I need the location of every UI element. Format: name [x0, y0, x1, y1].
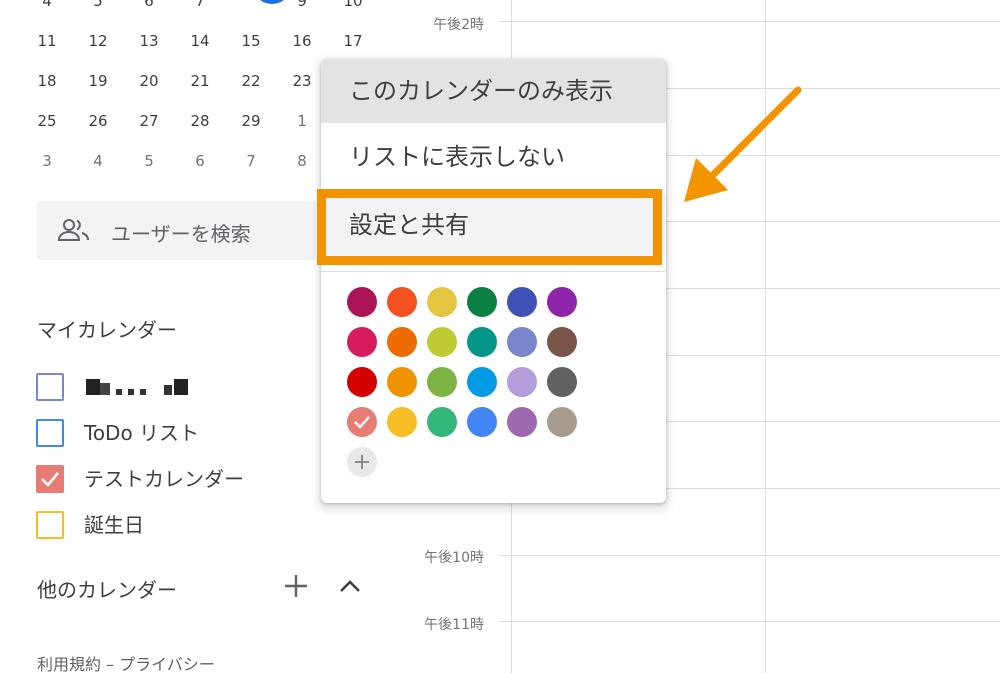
mini-calendar-day[interactable]: 26 — [73, 106, 123, 136]
mini-calendar-day[interactable]: 7 — [226, 146, 276, 176]
mini-calendar-day[interactable]: 29 — [226, 106, 276, 136]
mini-calendar-day[interactable]: 1 — [277, 106, 327, 136]
color-swatch[interactable] — [387, 287, 417, 317]
color-swatch[interactable] — [347, 407, 377, 437]
color-swatch[interactable] — [467, 367, 497, 397]
calendar-list-item[interactable]: 誕生日 — [36, 511, 296, 541]
check-icon — [41, 472, 59, 487]
color-swatch[interactable] — [467, 407, 497, 437]
color-swatch[interactable] — [547, 287, 577, 317]
time-label: 午後11時 — [424, 617, 484, 633]
mini-calendar-day[interactable]: 23 — [277, 66, 327, 96]
mini-calendar-day[interactable]: 21 — [175, 66, 225, 96]
color-swatch[interactable] — [547, 367, 577, 397]
color-swatch[interactable] — [347, 287, 377, 317]
mini-calendar-day[interactable]: 8 — [226, 0, 276, 16]
menu-item-hide-from-list[interactable]: リストに表示しない — [321, 125, 666, 189]
calendar-label: ToDo リスト — [84, 421, 200, 445]
color-swatch[interactable] — [427, 407, 457, 437]
calendar-options-menu: このカレンダーのみ表示 リストに表示しない 設定と共有 — [321, 59, 666, 503]
mini-calendar-day[interactable]: 6 — [124, 0, 174, 16]
mini-calendar-day[interactable]: 10 — [328, 0, 378, 16]
mini-calendar-day[interactable]: 12 — [73, 26, 123, 56]
check-icon — [354, 416, 370, 429]
mini-calendar-day[interactable]: 14 — [175, 26, 225, 56]
color-swatch[interactable] — [427, 367, 457, 397]
mini-calendar-day[interactable]: 20 — [124, 66, 174, 96]
mini-calendar-day[interactable]: 8 — [277, 146, 327, 176]
color-swatch[interactable] — [347, 327, 377, 357]
people-icon — [57, 218, 91, 246]
color-swatch[interactable] — [387, 407, 417, 437]
color-swatch[interactable] — [387, 367, 417, 397]
color-swatch[interactable] — [347, 367, 377, 397]
menu-divider — [321, 271, 666, 272]
color-swatch[interactable] — [427, 287, 457, 317]
mini-calendar-day[interactable]: 7 — [175, 0, 225, 16]
color-swatch[interactable] — [467, 327, 497, 357]
color-swatch[interactable] — [507, 367, 537, 397]
user-search-box[interactable]: ユーザーを検索 — [37, 201, 337, 260]
mini-calendar-day[interactable]: 5 — [73, 0, 123, 16]
color-swatch[interactable] — [467, 287, 497, 317]
color-swatch[interactable] — [547, 327, 577, 357]
calendar-checkbox[interactable] — [36, 373, 64, 401]
mini-calendar-day[interactable]: 19 — [73, 66, 123, 96]
mini-calendar-day[interactable]: 9 — [277, 0, 327, 16]
time-label: 午後10時 — [424, 550, 484, 566]
calendar-checkbox[interactable] — [36, 511, 64, 539]
color-swatch[interactable] — [387, 327, 417, 357]
mini-calendar-day[interactable]: 25 — [22, 106, 72, 136]
color-swatch[interactable] — [507, 327, 537, 357]
other-calendars-title[interactable]: 他のカレンダー — [37, 574, 177, 603]
mini-calendar-week: 11 12 13 14 15 16 17 — [22, 26, 382, 56]
color-swatch[interactable] — [547, 407, 577, 437]
time-label: 午後2時 — [433, 17, 484, 33]
color-swatch[interactable] — [427, 327, 457, 357]
plus-icon[interactable] — [283, 573, 309, 603]
calendar-checkbox[interactable] — [36, 465, 64, 493]
calendar-label: 誕生日 — [84, 513, 144, 537]
mini-calendar-day[interactable]: 27 — [124, 106, 174, 136]
mini-calendar-day[interactable]: 22 — [226, 66, 276, 96]
mini-calendar-day[interactable]: 17 — [328, 26, 378, 56]
calendar-list-item[interactable]: テストカレンダー — [36, 465, 296, 495]
annotation-arrow-icon — [684, 86, 802, 202]
chevron-up-icon[interactable] — [338, 576, 362, 600]
calendar-checkbox[interactable] — [36, 419, 64, 447]
color-swatch[interactable] — [507, 407, 537, 437]
mini-calendar-day[interactable]: 11 — [22, 26, 72, 56]
mini-calendar-day[interactable]: 15 — [226, 26, 276, 56]
calendar-list-item[interactable] — [36, 373, 296, 403]
mini-calendar-day[interactable]: 13 — [124, 26, 174, 56]
calendar-list-item[interactable]: ToDo リスト — [36, 419, 296, 449]
mini-calendar-day[interactable]: 5 — [124, 146, 174, 176]
mini-calendar-day[interactable]: 16 — [277, 26, 327, 56]
user-search-label: ユーザーを検索 — [111, 222, 251, 246]
redacted-calendar-name — [86, 379, 196, 401]
mini-calendar-day[interactable]: 4 — [22, 0, 72, 16]
mini-calendar-day[interactable]: 28 — [175, 106, 225, 136]
footer-links[interactable]: 利用規約 – プライバシー — [37, 651, 215, 673]
calendar-label: テストカレンダー — [84, 467, 244, 491]
add-custom-color-button[interactable] — [347, 447, 377, 477]
plus-icon — [355, 455, 369, 469]
mini-calendar-day[interactable]: 3 — [22, 146, 72, 176]
mini-calendar-week: 4 5 6 7 8 9 10 — [22, 0, 382, 16]
color-swatch[interactable] — [507, 287, 537, 317]
highlight-box — [317, 189, 662, 265]
menu-item-display-only[interactable]: このカレンダーのみ表示 — [321, 59, 666, 123]
mini-calendar-day[interactable]: 6 — [175, 146, 225, 176]
my-calendars-title[interactable]: マイカレンダー — [37, 314, 177, 343]
mini-calendar-day[interactable]: 18 — [22, 66, 72, 96]
mini-calendar-day[interactable]: 4 — [73, 146, 123, 176]
